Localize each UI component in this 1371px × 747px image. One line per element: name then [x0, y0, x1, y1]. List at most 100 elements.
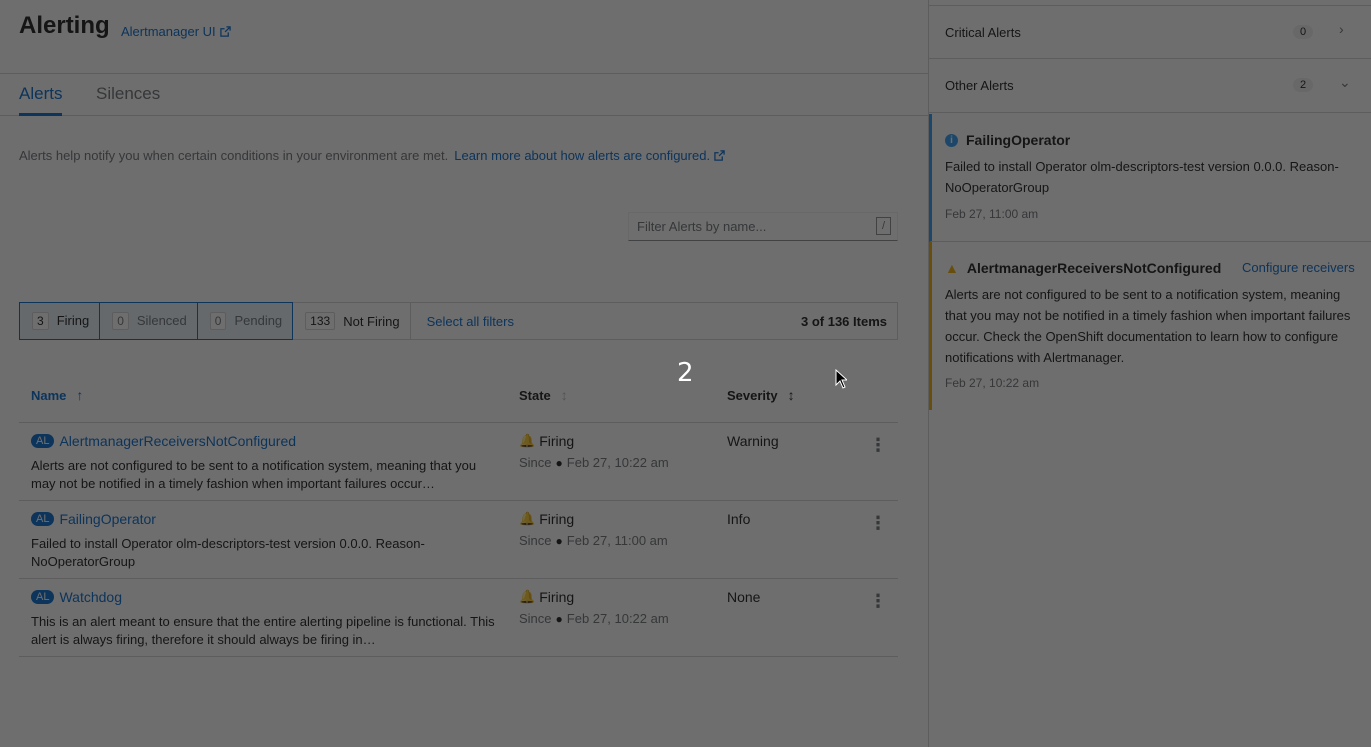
group-label: Other Alerts [945, 78, 1014, 93]
tab-silences[interactable]: Silences [96, 84, 160, 116]
filter-chip-silenced[interactable]: 0 Silenced [100, 301, 198, 340]
table-row: AL Watchdog This is an alert meant to en… [19, 579, 898, 657]
filter-alerts-box: / [628, 212, 898, 241]
severity-value: Info [727, 511, 751, 527]
group-count-badge: 0 [1293, 25, 1314, 39]
alert-description: Alerts are not configured to be sent to … [31, 458, 477, 491]
group-count-badge: 2 [1293, 78, 1314, 92]
drawer-group-other[interactable]: Other Alerts 2 ⌄ [929, 59, 1371, 113]
bell-icon: 🔔 [519, 511, 536, 526]
alert-name-cell: AL Watchdog [31, 589, 122, 605]
alert-rule-badge: AL [31, 512, 55, 526]
chevron-right-icon[interactable]: › [1339, 21, 1344, 37]
alert-rule-badge: AL [31, 434, 55, 448]
slash-shortcut-hint: / [876, 217, 891, 235]
notification-item[interactable]: i FailingOperator Failed to install Oper… [929, 114, 1371, 242]
kebab-menu-icon[interactable]: ⋮ [869, 435, 887, 455]
since-label: Since [519, 455, 552, 470]
sort-ascending-icon: ↑ [76, 387, 84, 403]
help-description: Alerts help notify you when certain cond… [19, 148, 449, 163]
tab-bar: Alerts Silences [0, 74, 928, 116]
filter-alerts-input[interactable] [629, 213, 869, 240]
notification-time: Feb 27, 10:22 am [945, 376, 1040, 390]
filter-chip-not-firing[interactable]: 133 Not Firing [293, 303, 411, 339]
since-label: Since [519, 611, 552, 626]
firing-count: 3 [32, 311, 49, 330]
state-label: Firing [539, 511, 575, 527]
column-header-severity[interactable]: Severity ↕ [727, 387, 795, 403]
notification-body: Failed to install Operator olm-descripto… [945, 159, 1339, 195]
filter-chip-firing[interactable]: 3 Firing [19, 301, 101, 340]
alert-name-link[interactable]: AlertmanagerReceiversNotConfigured [59, 433, 296, 449]
kebab-menu-icon[interactable]: ⋮ [869, 513, 887, 533]
items-count: 3 of 136 Items [801, 313, 887, 329]
group-label: Critical Alerts [945, 24, 1021, 40]
globe-icon: ● [555, 611, 563, 626]
notification-time: Feb 27, 11:00 am [945, 207, 1039, 221]
silenced-label: Silenced [136, 313, 187, 328]
pending-label: Pending [234, 313, 283, 328]
info-icon: i [945, 133, 958, 147]
severity-value: Warning [727, 433, 779, 449]
tab-alerts[interactable]: Alerts [19, 84, 63, 116]
alerting-page: Alerting Alertmanager UI Alerts Silences… [0, 0, 928, 747]
notification-title: AlertmanagerReceiversNotConfigured [966, 260, 1222, 276]
sort-icon: ↕ [787, 387, 795, 403]
alert-state-cell: 🔔 Firing Since ● Feb 27, 10:22 am [519, 589, 669, 626]
page-title: Alerting [19, 12, 110, 39]
table-row: AL AlertmanagerReceiversNotConfigured Al… [19, 423, 898, 501]
alert-description: This is an alert meant to ensure that th… [31, 614, 495, 647]
select-all-filters-link[interactable]: Select all filters [411, 303, 524, 339]
filter-chip-pending[interactable]: 0 Pending [197, 301, 294, 340]
alert-name-link[interactable]: FailingOperator [59, 511, 156, 527]
sort-icon: ↕ [560, 387, 568, 403]
since-time: Feb 27, 10:22 am [566, 611, 669, 626]
bell-icon: 🔔 [519, 589, 536, 604]
notification-title: FailingOperator [966, 132, 1071, 148]
pending-count: 0 [209, 311, 227, 330]
column-severity-label: Severity [727, 387, 778, 403]
state-label: Firing [539, 433, 575, 449]
since-label: Since [519, 533, 552, 548]
kebab-menu-icon[interactable]: ⋮ [869, 591, 887, 611]
alertmanager-ui-label: Alertmanager UI [121, 24, 216, 39]
alert-name-cell: AL FailingOperator [31, 511, 156, 527]
external-link-icon [219, 26, 231, 37]
not-firing-label: Not Firing [343, 313, 400, 329]
configure-receivers-link[interactable]: Configure receivers [1242, 260, 1355, 275]
alert-name-link[interactable]: Watchdog [59, 589, 122, 605]
table-row: AL FailingOperator Failed to install Ope… [19, 501, 898, 579]
learn-more-label: Learn more about how alerts are configur… [454, 148, 711, 163]
globe-icon: ● [555, 455, 563, 470]
column-header-name[interactable]: Name ↑ [31, 387, 83, 403]
globe-icon: ● [555, 533, 563, 548]
alert-state-cell: 🔔 Firing Since ● Feb 27, 10:22 am [519, 433, 669, 470]
alert-rule-badge: AL [31, 590, 55, 604]
chevron-down-icon[interactable]: ⌄ [1339, 74, 1351, 91]
bell-icon: 🔔 [519, 433, 536, 448]
learn-more-link[interactable]: Learn more about how alerts are configur… [454, 148, 725, 163]
since-time: Feb 27, 11:00 am [566, 533, 668, 548]
notification-item[interactable]: ▲ AlertmanagerReceiversNotConfigured Con… [929, 242, 1371, 410]
row-filter-toolbar: 3 Firing 0 Silenced 0 Pending 133 Not Fi… [19, 301, 898, 340]
column-header-state[interactable]: State ↕ [519, 387, 568, 403]
drawer-group-critical[interactable]: Critical Alerts 0 › [929, 5, 1371, 59]
alertmanager-ui-link[interactable]: Alertmanager UI [121, 24, 231, 39]
tour-step-number: 2 [677, 358, 694, 388]
external-link-icon [714, 150, 725, 161]
notification-body: Alerts are not configured to be sent to … [945, 287, 1351, 365]
column-name-label: Name [31, 387, 67, 403]
firing-label: Firing [56, 313, 90, 328]
warning-triangle-icon: ▲ [945, 260, 959, 276]
severity-value: None [727, 589, 761, 605]
alert-name-cell: AL AlertmanagerReceiversNotConfigured [31, 433, 296, 449]
alert-description: Failed to install Operator olm-descripto… [31, 536, 425, 569]
notification-drawer: Critical Alerts 0 › Other Alerts 2 ⌄ i F… [928, 0, 1371, 747]
mouse-cursor-icon [835, 368, 849, 392]
column-state-label: State [519, 387, 551, 403]
not-firing-count: 133 [305, 312, 336, 330]
help-text: Alerts help notify you when certain cond… [19, 148, 725, 163]
alert-state-cell: 🔔 Firing Since ● Feb 27, 11:00 am [519, 511, 668, 548]
since-time: Feb 27, 10:22 am [566, 455, 669, 470]
silenced-count: 0 [112, 311, 129, 330]
